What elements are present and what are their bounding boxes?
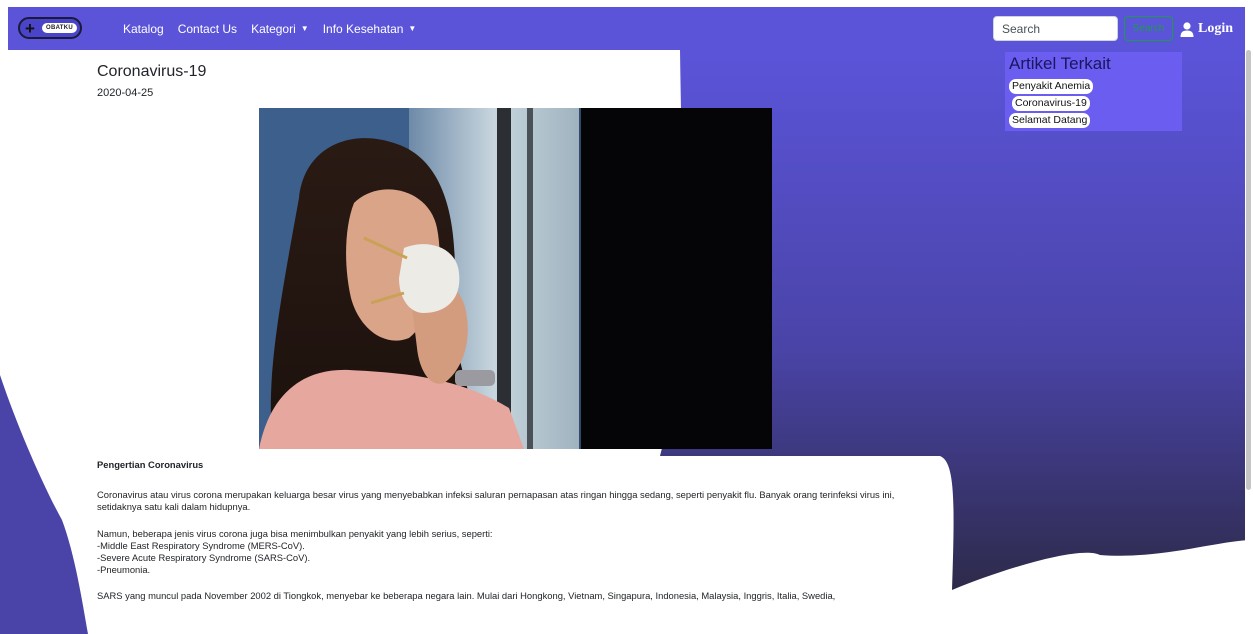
related-articles: Artikel Terkait Penyakit Anemia Coronavi… xyxy=(1005,52,1182,131)
brand-logo[interactable]: + OBATKU xyxy=(18,17,82,39)
navbar: + OBATKU Katalog Contact Us Kategori ▼ I… xyxy=(8,7,1245,50)
article-body: Pengertian Coronavirus Coronavirus atau … xyxy=(97,459,937,603)
background-wave-left xyxy=(0,375,88,634)
login-link[interactable]: Login xyxy=(1180,19,1233,39)
photo-window-frame xyxy=(527,108,533,449)
nav-dropdown-info-kesehatan[interactable]: Info Kesehatan ▼ xyxy=(323,22,417,36)
related-articles-title: Artikel Terkait xyxy=(1009,54,1111,73)
nav-link-label: Contact Us xyxy=(177,21,238,36)
nav-link-contact-us[interactable]: Contact Us xyxy=(178,22,237,36)
page-scrollbar[interactable] xyxy=(1245,50,1253,634)
article-date: 2020-04-25 xyxy=(97,87,154,99)
related-article-link[interactable]: Coronavirus-19 xyxy=(1012,96,1090,111)
photo-watch xyxy=(455,370,495,386)
article-paragraph: Namun, beberapa jenis virus corona juga … xyxy=(97,527,493,539)
caret-down-icon: ▼ xyxy=(300,24,309,33)
photo-window-frame xyxy=(497,108,511,449)
nav-link-label: Kategori xyxy=(251,21,296,36)
scrollbar-thumb[interactable] xyxy=(1246,50,1251,490)
article-title: Coronavirus-19 xyxy=(97,63,207,80)
article-paragraph: Coronavirus atau virus corona merupakan … xyxy=(97,489,895,513)
nav-dropdown-kategori[interactable]: Kategori ▼ xyxy=(251,22,309,36)
search-input[interactable] xyxy=(993,16,1118,41)
article-paragraph: SARS yang muncul pada November 2002 di T… xyxy=(97,590,836,602)
article-list-item: -Severe Acute Respiratory Syndrome (SARS… xyxy=(97,552,311,564)
brand-name: OBATKU xyxy=(42,23,78,33)
user-icon xyxy=(1180,21,1194,37)
caret-down-icon: ▼ xyxy=(408,24,417,33)
article-list-item: -Pneumonia. xyxy=(97,564,151,576)
nav-link-label: Katalog xyxy=(123,21,164,36)
nav-links: Katalog Contact Us Kategori ▼ Info Keseh… xyxy=(123,7,430,50)
nav-link-label: Info Kesehatan xyxy=(322,21,404,36)
search-button[interactable]: Search xyxy=(1124,16,1173,41)
photo-dark-area xyxy=(581,108,772,449)
article-image xyxy=(259,108,772,449)
related-articles-list: Penyakit Anemia Coronavirus-19 Selamat D… xyxy=(1009,79,1094,130)
plus-icon: + xyxy=(25,18,35,38)
section-heading: Pengertian Coronavirus xyxy=(97,459,204,470)
article-list-item: -Middle East Respiratory Syndrome (MERS-… xyxy=(97,539,305,551)
nav-link-katalog[interactable]: Katalog xyxy=(123,22,164,36)
related-article-link[interactable]: Selamat Datang xyxy=(1009,113,1091,128)
login-label: Login xyxy=(1198,21,1234,36)
related-article-link[interactable]: Penyakit Anemia xyxy=(1009,79,1094,94)
photo-mask xyxy=(399,244,460,313)
